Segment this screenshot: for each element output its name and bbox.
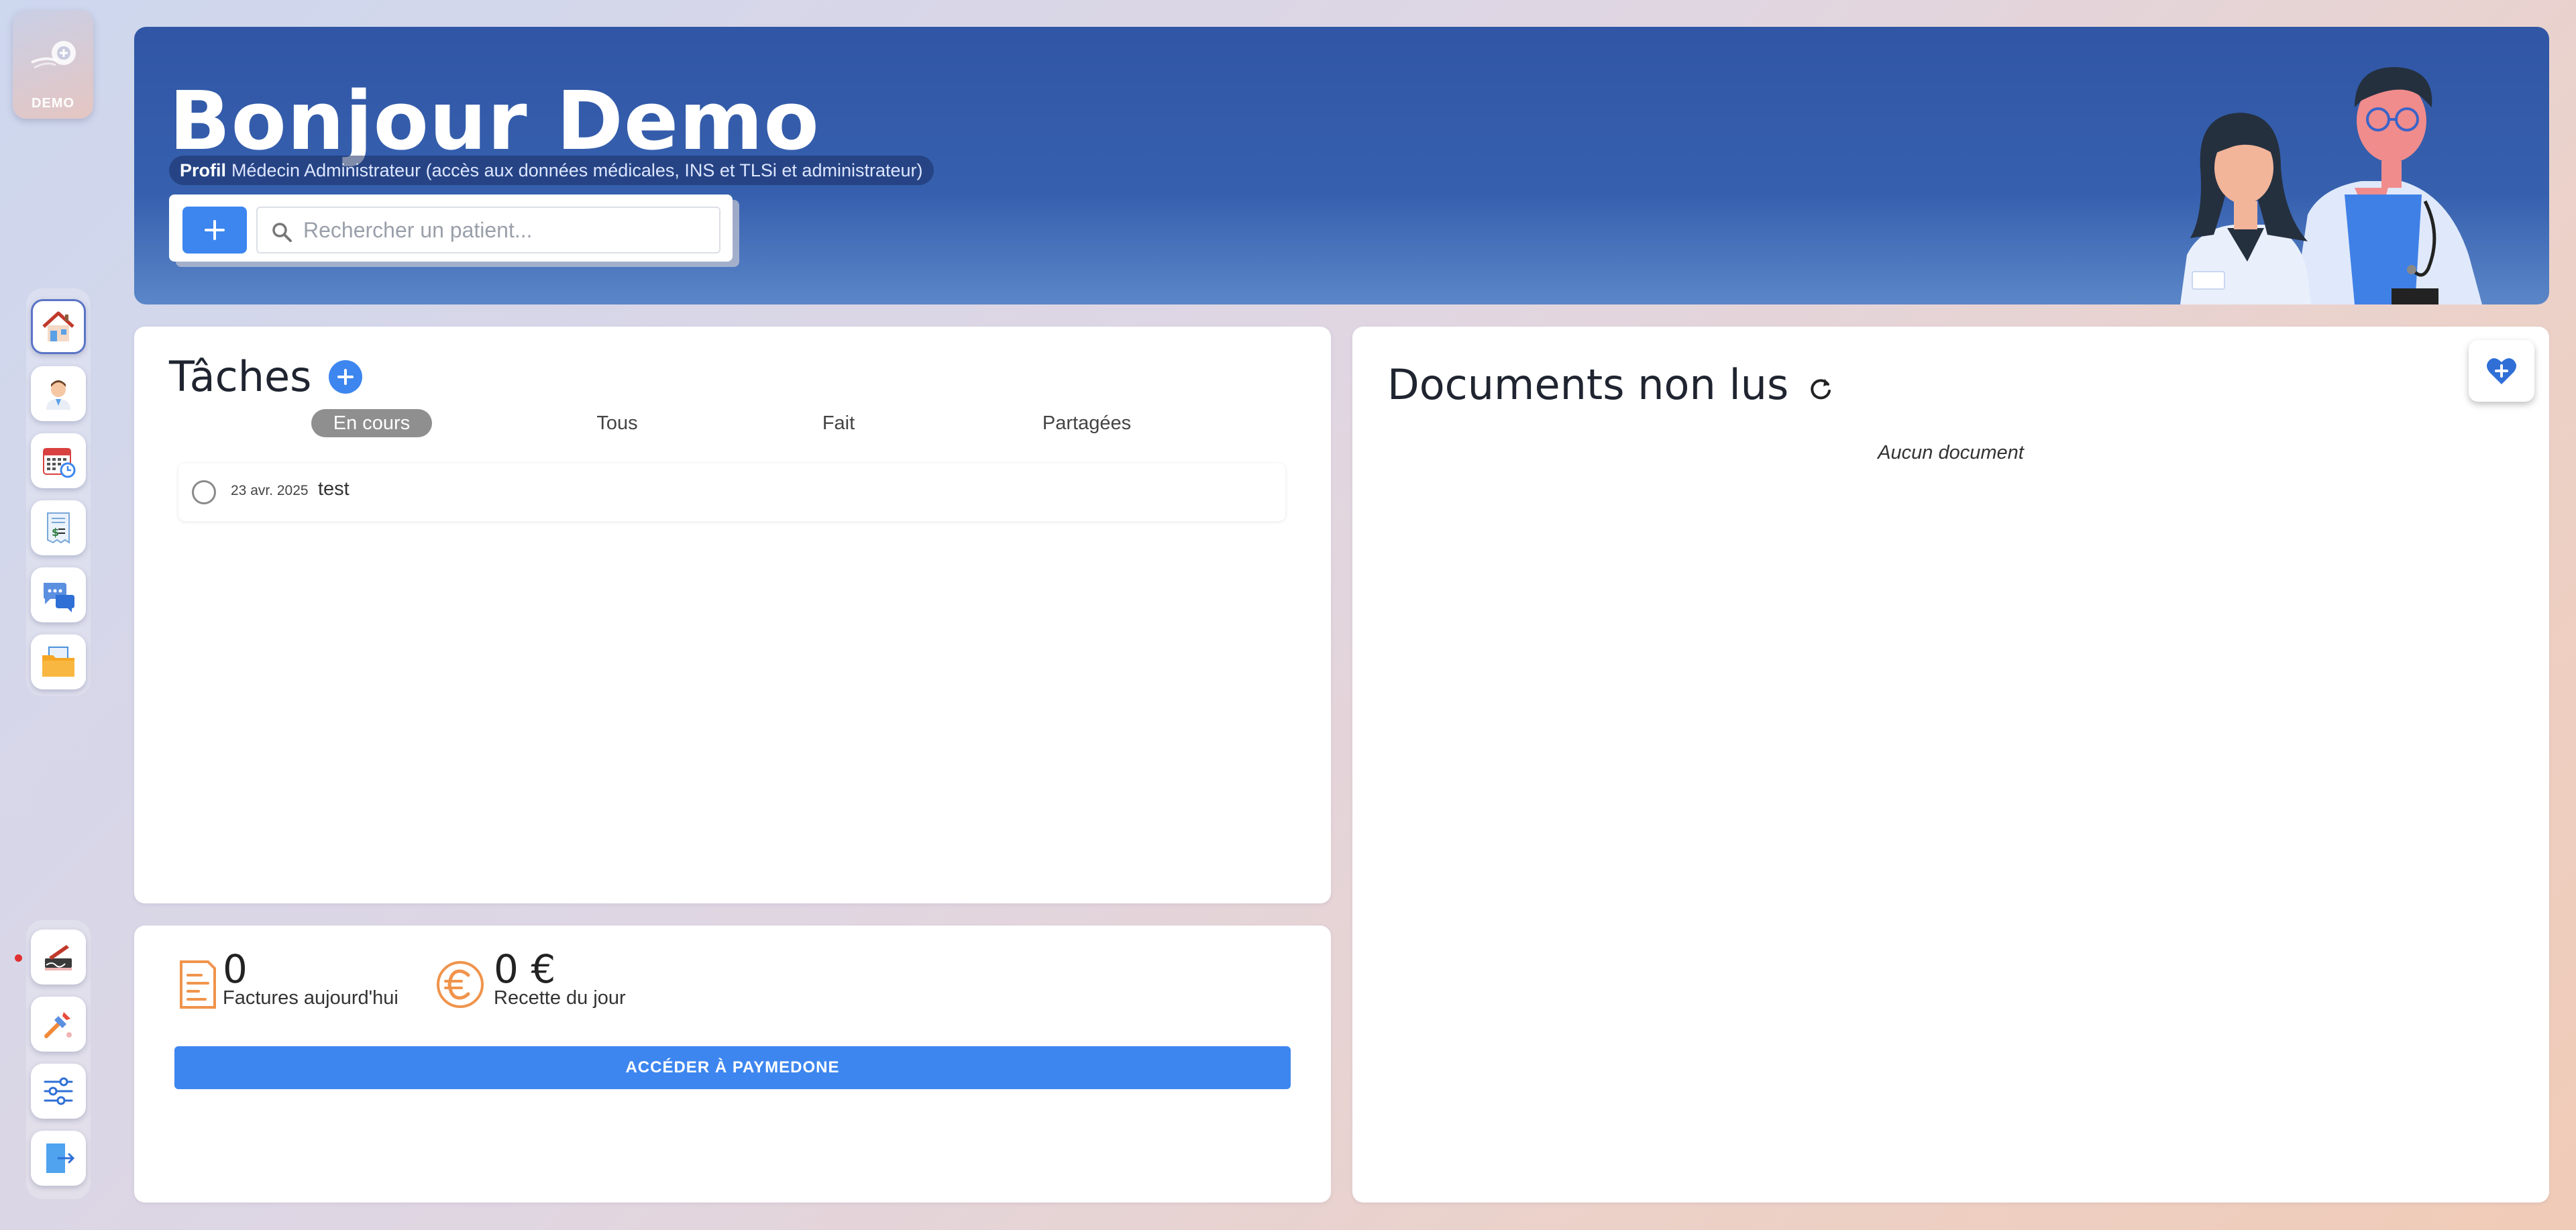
tab-partagees[interactable]: Partagées bbox=[1026, 409, 1147, 437]
euro-stat-icon bbox=[437, 961, 484, 1008]
task-checkbox[interactable] bbox=[192, 480, 216, 504]
doctor-avatar-icon bbox=[46, 380, 70, 410]
tasks-title: Tâches bbox=[169, 352, 312, 401]
plus-icon bbox=[205, 220, 225, 240]
svg-text:$: $ bbox=[52, 526, 59, 539]
calendar-icon bbox=[43, 448, 76, 478]
plus-icon bbox=[337, 369, 354, 385]
sliders-icon bbox=[44, 1077, 73, 1105]
nav-messages-button[interactable] bbox=[31, 567, 86, 622]
doctors-illustration bbox=[2180, 67, 2482, 304]
paymedone-button[interactable]: ACCÉDER À PAYMEDONE bbox=[174, 1046, 1291, 1089]
notification-dot bbox=[15, 954, 22, 962]
logo-label: DEMO bbox=[32, 96, 74, 111]
welcome-banner: Bonjour Demo Profil Médecin Administrateu… bbox=[134, 27, 2549, 304]
revenue-label: Recette du jour bbox=[494, 987, 626, 1009]
task-label: test bbox=[318, 478, 350, 500]
tab-fait[interactable]: Fait bbox=[798, 409, 879, 437]
nav-patients-button[interactable] bbox=[31, 366, 86, 421]
search-box bbox=[256, 207, 720, 254]
refresh-documents-button[interactable] bbox=[1806, 374, 1835, 403]
nav-signature-button[interactable] bbox=[31, 930, 86, 985]
task-item[interactable]: 23 avr. 2025 test bbox=[178, 463, 1285, 521]
add-patient-button[interactable] bbox=[182, 207, 247, 254]
invoices-label: Factures aujourd'hui bbox=[223, 987, 398, 1009]
profile-badge: Profil Médecin Administrateur (accès aux … bbox=[169, 156, 934, 185]
invoice-icon: $ bbox=[47, 512, 70, 544]
invoice-stat-icon bbox=[180, 960, 216, 1009]
nav-documents-button[interactable] bbox=[31, 634, 86, 689]
health-add-button[interactable] bbox=[2469, 340, 2534, 402]
folder-icon bbox=[42, 647, 74, 677]
search-icon bbox=[272, 223, 292, 242]
tab-tous[interactable]: Tous bbox=[570, 409, 664, 437]
nav-logout-button[interactable] bbox=[31, 1131, 86, 1186]
task-date: 23 avr. 2025 bbox=[231, 483, 309, 498]
tasks-panel: Tâches En cours Tous Fait Partagées 23 a… bbox=[134, 327, 1331, 903]
profile-label: Profil bbox=[180, 160, 227, 180]
nav-tools-button[interactable] bbox=[31, 997, 86, 1052]
add-task-button[interactable] bbox=[329, 360, 362, 394]
tab-en-cours[interactable]: En cours bbox=[311, 409, 432, 437]
billing-panel: 0 Factures aujourd'hui 0 € Recette du jo… bbox=[134, 926, 1331, 1203]
revenue-amount: 0 € bbox=[494, 946, 556, 992]
nav-home-button[interactable] bbox=[31, 299, 86, 354]
patient-search-input[interactable] bbox=[302, 208, 711, 252]
logo-icon bbox=[31, 41, 76, 69]
heart-plus-icon bbox=[2487, 358, 2516, 384]
greeting-title: Bonjour Demo bbox=[169, 75, 820, 168]
app-logo[interactable]: DEMO bbox=[13, 10, 93, 119]
documents-title: Documents non lus bbox=[1387, 360, 1789, 409]
logout-icon bbox=[46, 1143, 75, 1173]
signature-icon bbox=[45, 945, 72, 970]
empty-documents-message: Aucun document bbox=[1878, 442, 2024, 463]
nav-billing-button[interactable]: $ bbox=[31, 500, 86, 555]
profile-description: Médecin Administrateur (accès aux donnée… bbox=[231, 160, 923, 180]
tools-icon bbox=[44, 1012, 72, 1038]
unread-documents-panel: Documents non lus Aucun document bbox=[1352, 327, 2549, 1203]
refresh-icon bbox=[1811, 379, 1831, 400]
patient-search-bar bbox=[169, 194, 733, 262]
invoices-count: 0 bbox=[223, 946, 248, 992]
nav-agenda-button[interactable] bbox=[31, 433, 86, 488]
chat-icon bbox=[44, 583, 74, 612]
home-icon bbox=[42, 311, 74, 341]
nav-settings-button[interactable] bbox=[31, 1064, 86, 1119]
